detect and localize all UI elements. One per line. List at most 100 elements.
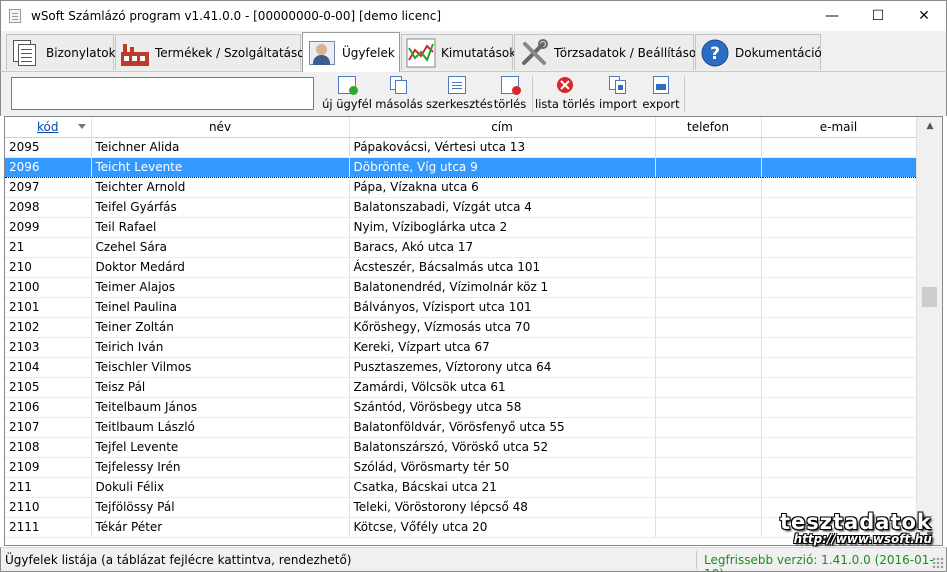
column-header-phone[interactable]: telefon [655,117,762,138]
cell-name: Teichter Arnold [91,177,350,198]
maximize-button[interactable]: ☐ [855,1,901,31]
cell-code: 2100 [5,277,92,298]
table-row[interactable]: 2096 Teicht Levente Döbrönte, Víg utca 9 [5,156,917,178]
table-row[interactable]: 21 Czehel Sára Baracs, Akó utca 17 [5,237,917,258]
table-row[interactable]: 210 Doktor Medárd Ácsteszér, Bácsalmás utc… [5,257,917,278]
edit-button[interactable]: szerkesztés [426,75,493,115]
cell-email [761,277,917,298]
close-button[interactable]: ✕ [901,1,947,31]
cell-address: Kőröshegy, Vízmosás utca 70 [349,317,656,338]
copy-icon [390,76,408,94]
table-row[interactable]: 211 Dokuli Félix Csatka, Bácskai utca 21 [5,477,917,498]
sort-descending-icon [77,124,86,129]
cell-name: Teischler Vilmos [91,357,350,378]
column-header-email[interactable]: e-mail [761,117,917,138]
table-row[interactable]: 2105 Teisz Pál Zamárdi, Völcsök utca 61 [5,377,917,398]
cell-email [761,177,917,198]
export-button[interactable]: export [641,75,681,115]
table-row[interactable]: 2095 Teichner Alida Pápakovácsi, Vértesi u… [5,137,917,158]
cell-name: Teirich Iván [91,337,350,358]
cell-name: Tejfölössy Pál [91,497,350,518]
customer-grid[interactable]: kód név cím telefon e-mail 2095 Teichner … [4,116,943,546]
cell-name: Teifel Gyárfás [91,197,350,218]
tab-kimutatasok[interactable]: Kimutatások [401,34,516,70]
documents-icon [11,38,41,68]
resize-grip-icon[interactable] [932,557,944,569]
cell-email [761,437,917,458]
scrollbar-thumb[interactable] [922,287,937,307]
app-icon [9,9,21,23]
tab-label: Termékek / Szolgáltatások [155,45,312,60]
cell-name: Teimer Alajos [91,277,350,298]
table-row[interactable]: 2106 Teitelbaum János Szántód, Vörösbegy u… [5,397,917,418]
cell-phone [655,517,762,538]
scroll-up-icon[interactable]: ▲ [917,117,942,135]
cell-address: Baracs, Akó utca 17 [349,237,656,258]
button-label: törlés [493,97,527,111]
tab-torzsadatok[interactable]: Törzsadatok / Beállítások [514,34,703,70]
search-input[interactable] [11,77,314,110]
cell-address: Pápakovácsi, Vértesi utca 13 [349,137,656,158]
tab-label: Ügyfelek [342,45,395,60]
tab-label: Törzsadatok / Beállítások [554,45,704,60]
cell-address: Bálványos, Vízisport utca 101 [349,297,656,318]
cell-name: Teil Rafael [91,217,350,238]
tab-termekek[interactable]: Termékek / Szolgáltatások [115,34,312,70]
clear-list-button[interactable]: lista törlés [535,75,595,115]
cell-phone [655,377,762,398]
cell-name: Teisz Pál [91,377,350,398]
cell-address: Ácsteszér, Bácsalmás utca 101 [349,257,656,278]
tab-ugyfelek[interactable]: Ügyfelek [302,32,400,72]
cell-phone [655,337,762,358]
cell-code: 2105 [5,377,92,398]
table-row[interactable]: 2108 Tejfel Levente Balatonszárszó, Vörösk… [5,437,917,458]
cell-phone [655,317,762,338]
customer-table: kód név cím telefon e-mail 2095 Teichner … [5,117,917,538]
edit-document-icon [448,76,466,94]
header-label: kód [37,119,59,134]
cell-name: Czehel Sára [91,237,350,258]
table-row[interactable]: 2104 Teischler Vilmos Pusztaszemes, Víztor… [5,357,917,378]
table-row[interactable]: 2101 Teinel Paulina Bálványos, Vízisport u… [5,297,917,318]
table-row[interactable]: 2109 Tejfelessy Irén Szólád, Vörösmarty té… [5,457,917,478]
delete-button[interactable]: törlés [491,75,529,115]
new-customer-button[interactable]: új ügyfél [321,75,373,115]
table-row[interactable]: 2099 Teil Rafael Nyim, Víziboglárka utca 2 [5,217,917,238]
cell-phone [655,156,762,178]
cell-name: Tékár Péter [91,517,350,538]
cell-address: Csatka, Bácskai utca 21 [349,477,656,498]
table-row[interactable]: 2107 Teitlbaum László Balatonföldvár, Vörö… [5,417,917,438]
import-button[interactable]: import [597,75,639,115]
copy-button[interactable]: másolás [375,75,423,115]
cell-email [761,156,917,178]
table-row[interactable]: 2097 Teichter Arnold Pápa, Vízakna utca 6 [5,177,917,198]
vertical-scrollbar[interactable]: ▲ ▼ [916,117,942,545]
cell-phone [655,277,762,298]
tab-dokumentacio[interactable]: ? Dokumentáció [695,34,822,70]
table-row[interactable]: 2098 Teifel Gyárfás Balatonszabadi, Vízgát… [5,197,917,218]
svg-text:?: ? [710,44,720,64]
minimize-button[interactable]: — [809,1,855,31]
column-header-code[interactable]: kód [5,117,92,138]
cell-address: Kötcse, Vőfély utca 20 [349,517,656,538]
cell-phone [655,257,762,278]
cell-email [761,317,917,338]
table-row[interactable]: 2102 Teiner Zoltán Kőröshegy, Vízmosás utc… [5,317,917,338]
cell-code: 2103 [5,337,92,358]
cell-name: Tejfel Levente [91,437,350,458]
column-header-name[interactable]: név [91,117,350,138]
cell-name: Dokuli Félix [91,477,350,498]
clear-list-icon [556,76,574,94]
cell-address: Balatonszárszó, Vöröskő utca 52 [349,437,656,458]
tab-bizonylatok[interactable]: Bizonylatok [6,34,116,70]
cell-phone [655,237,762,258]
cell-address: Pápa, Vízakna utca 6 [349,177,656,198]
table-row[interactable]: 2103 Teirich Iván Kereki, Vízpart utca 67 [5,337,917,358]
column-header-address[interactable]: cím [349,117,656,138]
cell-code: 2099 [5,217,92,238]
status-divider [696,551,697,569]
cell-email [761,397,917,418]
watermark: tesztadatok http://www.wsoft.hu [780,510,932,546]
table-row[interactable]: 2100 Teimer Alajos Balatonendréd, Vízimoln… [5,277,917,298]
cell-email [761,457,917,478]
